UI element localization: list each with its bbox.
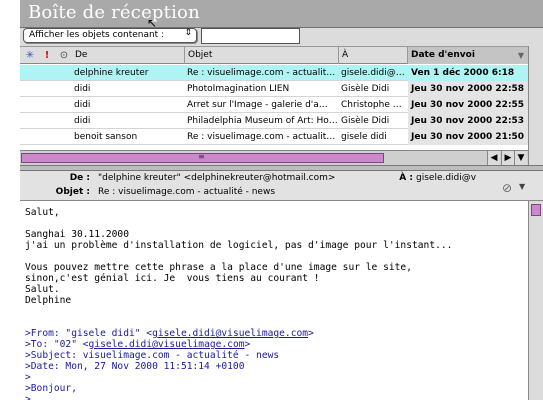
from-label: De :	[69, 173, 90, 183]
message-date: Jeu 30 nov 2000 22:53	[408, 113, 528, 129]
scroll-right-arrow-icon[interactable]: ▶	[501, 151, 514, 165]
to-value: gisele.didi@v	[416, 173, 477, 183]
filter-field-select[interactable]: Afficher les objets contenant : ⇕	[23, 28, 197, 43]
message-row[interactable]: didi PhotoImagination LIEN Gisèle Didi J…	[20, 81, 528, 97]
message-date: Jeu 30 nov 2000 22:55	[408, 97, 528, 113]
body-blank-line	[25, 317, 528, 328]
message-body-scrollbar[interactable]	[528, 201, 543, 400]
body-line: Vous pouvez mettre cette phrase a la pla…	[25, 262, 412, 273]
message-subject: Re : visuelimage.com - actualit…	[187, 68, 336, 78]
message-list-vertical-scrollbar[interactable]	[528, 46, 543, 166]
message-subject: PhotoImagination LIEN	[187, 84, 290, 94]
message-list-horizontal-scrollbar[interactable]: ≡ ◀ ▶ ▼	[20, 150, 528, 165]
from-value: "delphine kreuter" <delphinekreuter@hotm…	[98, 173, 336, 183]
attachment-menu-arrow-icon[interactable]: ▼	[519, 182, 525, 191]
message-row[interactable]: didi Philadelphia Museum of Art: Ho… Gis…	[20, 113, 528, 129]
quoted-from-prefix: >From: "gisele didi" <	[25, 328, 153, 339]
message-list-header: ✳ ! ⊙ De Objet À Date d'envoi ▼	[20, 46, 528, 64]
message-date: Ven 1 déc 2000 6:18	[408, 65, 528, 81]
body-line: Sanghai 30.11.2000	[25, 229, 129, 240]
sort-descending-icon: ▼	[517, 51, 524, 60]
quoted-line: >	[25, 372, 31, 383]
message-row[interactable]: didi Arret sur l'Image - galerie d'a… Ch…	[20, 97, 528, 113]
message-to: Christophe …	[341, 100, 402, 110]
message-from: didi	[74, 84, 91, 94]
quoted-to-prefix: >To: "02" <	[25, 339, 89, 350]
message-header-pane: De : "delphine kreuter" <delphinekreuter…	[20, 171, 543, 201]
email-link[interactable]: gisele.didi@visuelimage.com	[152, 328, 308, 339]
message-date: Jeu 30 nov 2000 21:50	[408, 129, 528, 145]
body-blank-line	[25, 306, 528, 317]
message-body[interactable]: Salut, Sanghai 30.11.2000 j'ai un problè…	[20, 201, 528, 400]
to-label: À :	[399, 173, 413, 183]
message-row[interactable]: delphine kreuter Re : visuelimage.com - …	[20, 65, 528, 81]
message-subject: Re : visuelimage.com - actualit…	[187, 132, 336, 142]
attachment-column-icon[interactable]: ⊙	[57, 47, 71, 64]
quoted-line: >Bonjour,	[25, 383, 77, 394]
filter-select-label: Afficher les objets contenant :	[29, 30, 165, 40]
quoted-to-line: >To: "02" <gisele.didi@visuelimage.com>	[25, 339, 528, 350]
scroll-down-arrow-icon[interactable]: ▼	[514, 151, 527, 165]
message-row[interactable]: benoit sanson Re : visuelimage.com - act…	[20, 129, 528, 145]
body-line: j'ai un problème d'installation de logic…	[25, 240, 453, 251]
scroll-left-arrow-icon[interactable]: ◀	[487, 151, 500, 165]
email-link[interactable]: gisele.didi@visuelimage.com	[89, 339, 245, 350]
subject-value: Re : visuelimage.com - actualité - news	[98, 187, 276, 197]
column-header-date[interactable]: Date d'envoi ▼	[408, 47, 528, 64]
column-header-from[interactable]: De	[72, 47, 185, 64]
message-to: Gisèle Didi	[341, 84, 390, 94]
column-header-subject[interactable]: Objet	[185, 47, 339, 64]
body-scroll-thumb[interactable]	[531, 204, 541, 216]
message-subject: Arret sur l'Image - galerie d'a…	[187, 100, 328, 110]
subject-label: Objet :	[55, 187, 90, 197]
status-column-icon[interactable]: ✳	[23, 47, 37, 64]
filter-text-input[interactable]	[201, 28, 300, 44]
body-line: Salut.	[25, 284, 60, 295]
message-from: delphine kreuter	[74, 68, 149, 78]
quoted-line: >Subject: visuelimage.com - actualité - …	[25, 350, 280, 361]
quoted-to-suffix: >	[244, 339, 251, 350]
message-to: Gisèle Didi	[341, 116, 390, 126]
message-from: didi	[74, 116, 91, 126]
grip-icon: ≡	[198, 152, 205, 161]
select-arrows-icon: ⇕	[184, 28, 192, 38]
quoted-from-line: >From: "gisele didi" <gisele.didi@visuel…	[25, 328, 528, 339]
column-header-to[interactable]: À	[339, 47, 408, 64]
message-to: gisele didi	[341, 132, 387, 142]
body-blank-line	[25, 251, 528, 262]
message-from: didi	[74, 100, 91, 110]
quoted-from-suffix: >	[308, 328, 314, 339]
window-title-bar[interactable]: Boîte de réception ↖	[20, 0, 543, 30]
body-line: sinon,c'est génial ici. Je vous tiens au…	[25, 273, 320, 284]
priority-column-icon[interactable]: !	[41, 47, 53, 64]
quoted-line: >Date: Mon, 27 Nov 2000 11:51:14 +0100	[25, 361, 245, 372]
message-to: gisele.didi@…	[341, 68, 405, 78]
body-blank-line	[25, 218, 528, 229]
message-date: Jeu 30 nov 2000 22:58	[408, 81, 528, 97]
horizontal-scroll-thumb[interactable]: ≡	[21, 152, 384, 163]
quoted-line: >	[25, 394, 31, 400]
message-from: benoit sanson	[74, 132, 138, 142]
body-line: Delphine	[25, 295, 72, 306]
window-title: Boîte de réception	[28, 2, 200, 23]
attachment-clip-icon[interactable]: ⊘	[502, 181, 512, 195]
body-line: Salut,	[25, 207, 60, 218]
filter-bar: Afficher les objets contenant : ⇕	[20, 28, 543, 46]
column-header-date-label: Date d'envoi	[411, 50, 475, 60]
message-subject: Philadelphia Museum of Art: Ho…	[187, 116, 338, 126]
